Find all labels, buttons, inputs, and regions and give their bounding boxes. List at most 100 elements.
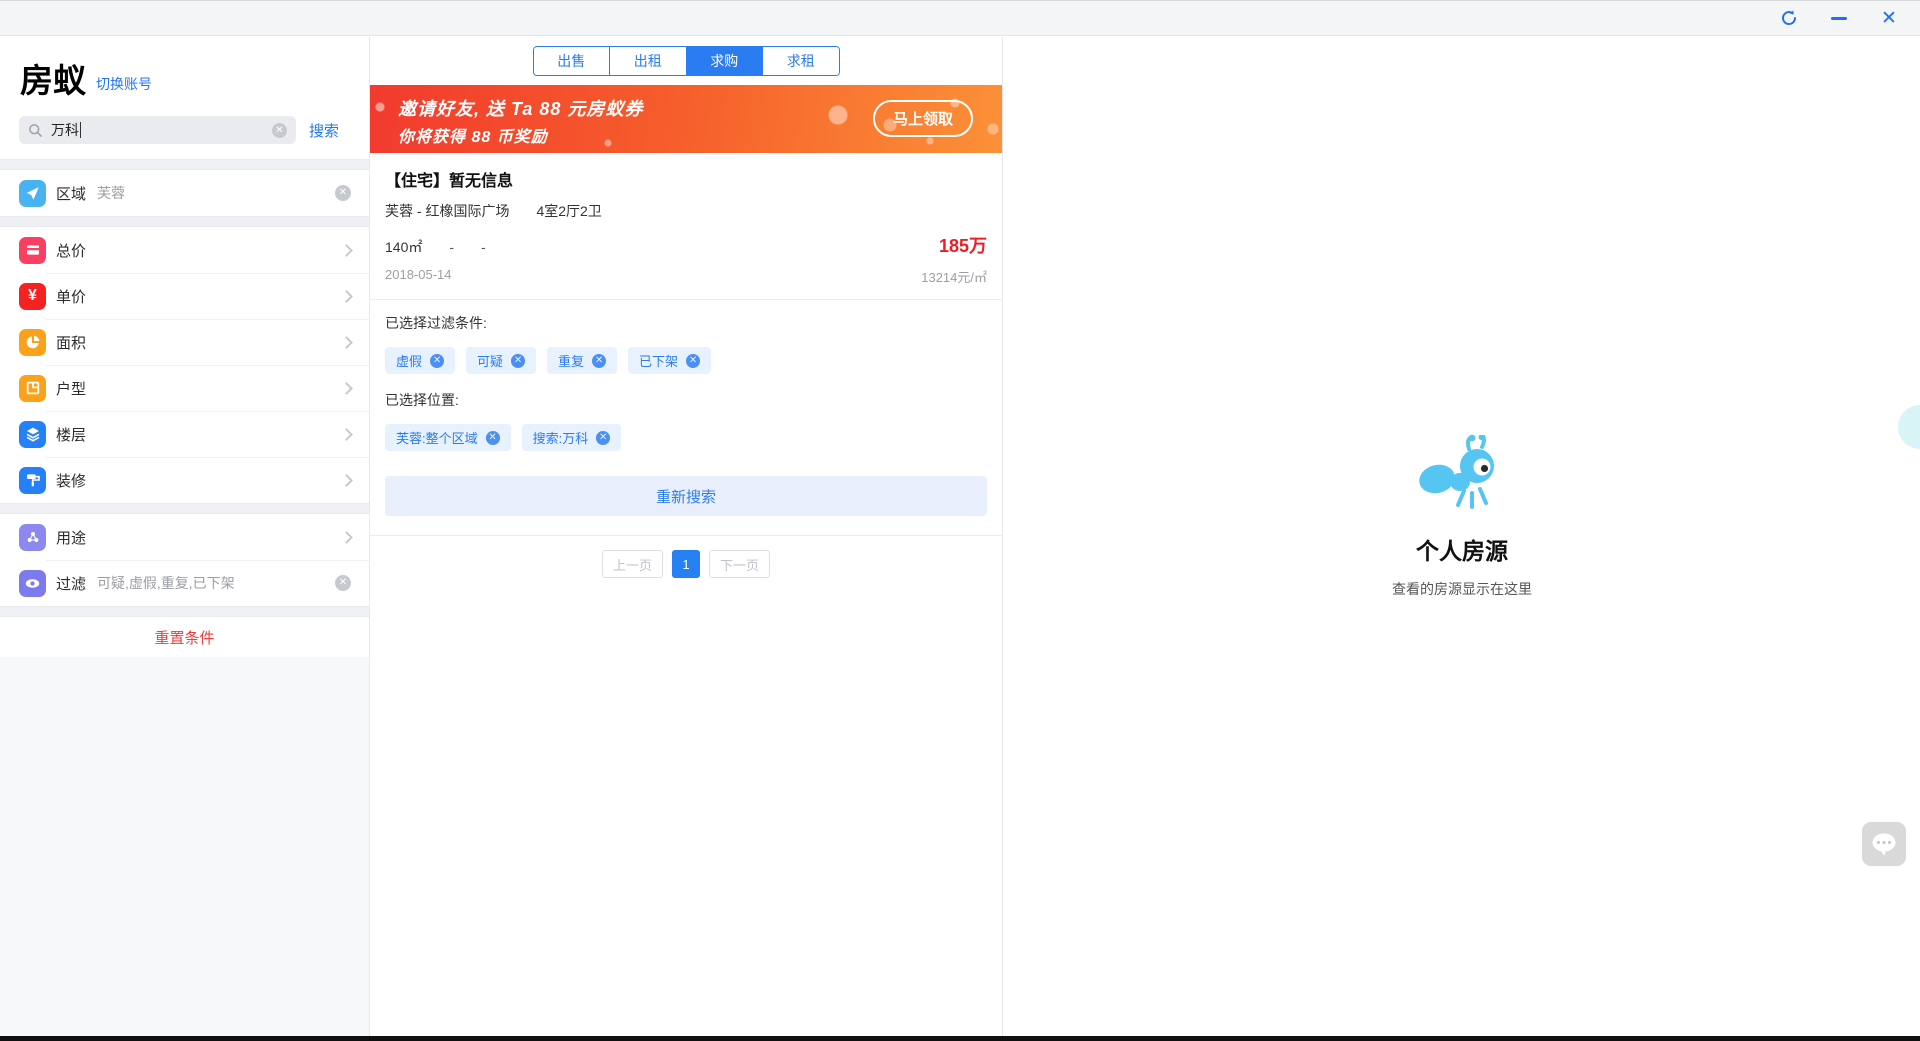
search-value: 万科 [51,122,79,139]
search-button[interactable]: 搜索 [309,120,339,141]
sidebar-item-area[interactable]: 面积 [0,319,369,366]
position-tag-label: 芙蓉:整个区域 [396,431,478,446]
chat-bubble-icon [1872,833,1896,856]
usage-label: 用途 [56,529,87,547]
promo-banner[interactable]: 邀请好友, 送 Ta 88 元房蚁券 你将获得 88 币奖励 马上领取 [370,85,1002,153]
banner-line2: 你将获得 88 币奖励 [398,129,548,146]
minimize-icon[interactable] [1828,7,1850,29]
tag-remove-icon[interactable]: ✕ [485,430,500,445]
position-tag-label: 搜索:万科 [532,431,589,446]
search-icon [29,123,42,137]
listing-price: 185万 [938,236,987,256]
filter-tag[interactable]: 已下架 ✕ [628,347,712,374]
listing-card[interactable]: 【住宅】暂无信息 芙蓉 - 红橡国际广场 4室2厅2卫 140㎡ - - 185… [370,153,1002,299]
chevron-right-icon [340,335,353,349]
tab-rent-out[interactable]: 出租 [609,47,686,75]
listing-dash: - [449,239,455,255]
group-divider [0,216,369,228]
current-page-button[interactable]: 1 [672,550,700,578]
tab-seek-rent[interactable]: 求租 [762,47,839,75]
pagination: 上一页 1 下一页 [370,536,1002,592]
region-value: 芙蓉 [97,185,126,202]
filter-tag-label: 重复 [558,354,585,369]
banner-line1: 邀请好友, 送 Ta 88 元房蚁券 [398,99,644,119]
logo-row: 房蚁 切换账号 [0,37,369,100]
chevron-right-icon [340,427,353,441]
tab-seek-buy[interactable]: 求购 [685,47,762,75]
selected-filters-section: 已选择过滤条件: 虚假 ✕ 可疑 ✕ 重复 ✕ 已下架 ✕ 已选择位置: 芙蓉:… [370,300,1002,466]
sidebar-item-filter[interactable]: 过滤 可疑,虚假,重复,已下架 ✕ [0,560,369,607]
prev-page-button[interactable]: 上一页 [601,550,663,578]
filter-tag[interactable]: 虚假 ✕ [385,347,456,374]
sidebar-item-unit-price[interactable]: ¥ 单价 [0,273,369,320]
sidebar-item-usage[interactable]: 用途 [0,514,369,561]
empty-state: 个人房源 查看的房源显示在这里 [1392,433,1532,599]
reset-conditions-button[interactable]: 重置条件 [154,627,214,648]
search-input[interactable]: 万科 ✕ [19,116,296,145]
sidebar-item-total-price[interactable]: 总价 [0,227,369,274]
personal-listings-panel: 个人房源 查看的房源显示在这里 [1004,37,1920,1036]
window-controls: ✕ [1778,1,1900,35]
listing-dash: - [481,239,486,255]
chevron-right-icon [340,289,353,303]
sidebar-item-region[interactable]: 区域 芙蓉 ✕ [0,170,369,217]
close-icon[interactable]: ✕ [1878,7,1900,29]
text-caret [80,122,81,139]
listing-layout: 4室2厅2卫 [536,203,602,219]
ant-icon [1419,433,1494,509]
tag-remove-icon[interactable]: ✕ [430,353,445,368]
window-bottom-edge [0,1036,1920,1041]
filter-tag-label: 可疑 [477,354,504,369]
filter-value: 可疑,虚假,重复,已下架 [97,575,235,592]
group-divider [0,159,369,171]
area-label: 面积 [56,334,87,352]
region-label: 区域 [56,185,87,203]
selected-filters-title: 已选择过滤条件: [385,315,487,331]
search-row: 万科 ✕ 搜索 [0,99,369,160]
chat-button[interactable] [1862,822,1906,866]
filter-tag-row: 虚假 ✕ 可疑 ✕ 重复 ✕ 已下架 ✕ [385,347,987,374]
listing-unit-price: 13214元/㎡ [921,270,987,285]
research-button[interactable]: 重新搜索 [385,476,987,516]
filter-clear-icon[interactable]: ✕ [335,575,351,592]
group-divider [0,503,369,515]
listing-area: 140㎡ [385,239,423,255]
sidebar: 房蚁 切换账号 万科 ✕ 搜索 区域 芙蓉 ✕ 总价 ¥ 单价 面积 户型 楼层… [0,37,370,1036]
group-divider [0,606,369,618]
tag-remove-icon[interactable]: ✕ [511,353,526,368]
position-tag-row: 芙蓉:整个区域 ✕ 搜索:万科 ✕ [385,424,987,451]
tag-remove-icon[interactable]: ✕ [596,430,611,445]
filter-label: 过滤 [56,575,87,593]
usage-share-icon [19,523,46,551]
refresh-icon[interactable] [1778,7,1800,29]
tag-remove-icon[interactable]: ✕ [686,353,701,368]
claim-now-button[interactable]: 马上领取 [873,100,973,137]
chevron-right-icon [340,243,353,257]
position-tag[interactable]: 芙蓉:整个区域 ✕ [385,424,511,451]
switch-account-link[interactable]: 切换账号 [96,74,152,99]
sidebar-item-decoration[interactable]: 装修 [0,457,369,504]
chevron-right-icon [340,473,353,487]
decoration-roller-icon [19,466,46,494]
sidebar-item-layout[interactable]: 户型 [0,365,369,412]
unit-price-label: 单价 [56,288,87,306]
decoration-label: 装修 [56,472,87,490]
layout-floorplan-icon [19,374,46,402]
listing-column: 出售 出租 求购 求租 邀请好友, 送 Ta 88 元房蚁券 你将获得 88 币… [370,37,1003,1036]
floor-layers-icon [19,420,46,448]
next-page-button[interactable]: 下一页 [709,550,771,578]
chevron-right-icon [340,530,353,544]
app-logo: 房蚁 [20,62,86,99]
search-clear-icon[interactable]: ✕ [272,122,287,138]
total-price-label: 总价 [56,242,87,260]
filter-tag[interactable]: 可疑 ✕ [466,347,537,374]
tab-sell[interactable]: 出售 [533,47,609,75]
chevron-right-icon [340,381,353,395]
tag-remove-icon[interactable]: ✕ [592,353,607,368]
empty-state-title: 个人房源 [1416,538,1508,564]
region-clear-icon[interactable]: ✕ [335,185,351,202]
position-tag[interactable]: 搜索:万科 ✕ [521,424,622,451]
sidebar-item-floor[interactable]: 楼层 [0,411,369,458]
unit-price-yen-icon: ¥ [19,282,46,310]
filter-tag[interactable]: 重复 ✕ [547,347,618,374]
